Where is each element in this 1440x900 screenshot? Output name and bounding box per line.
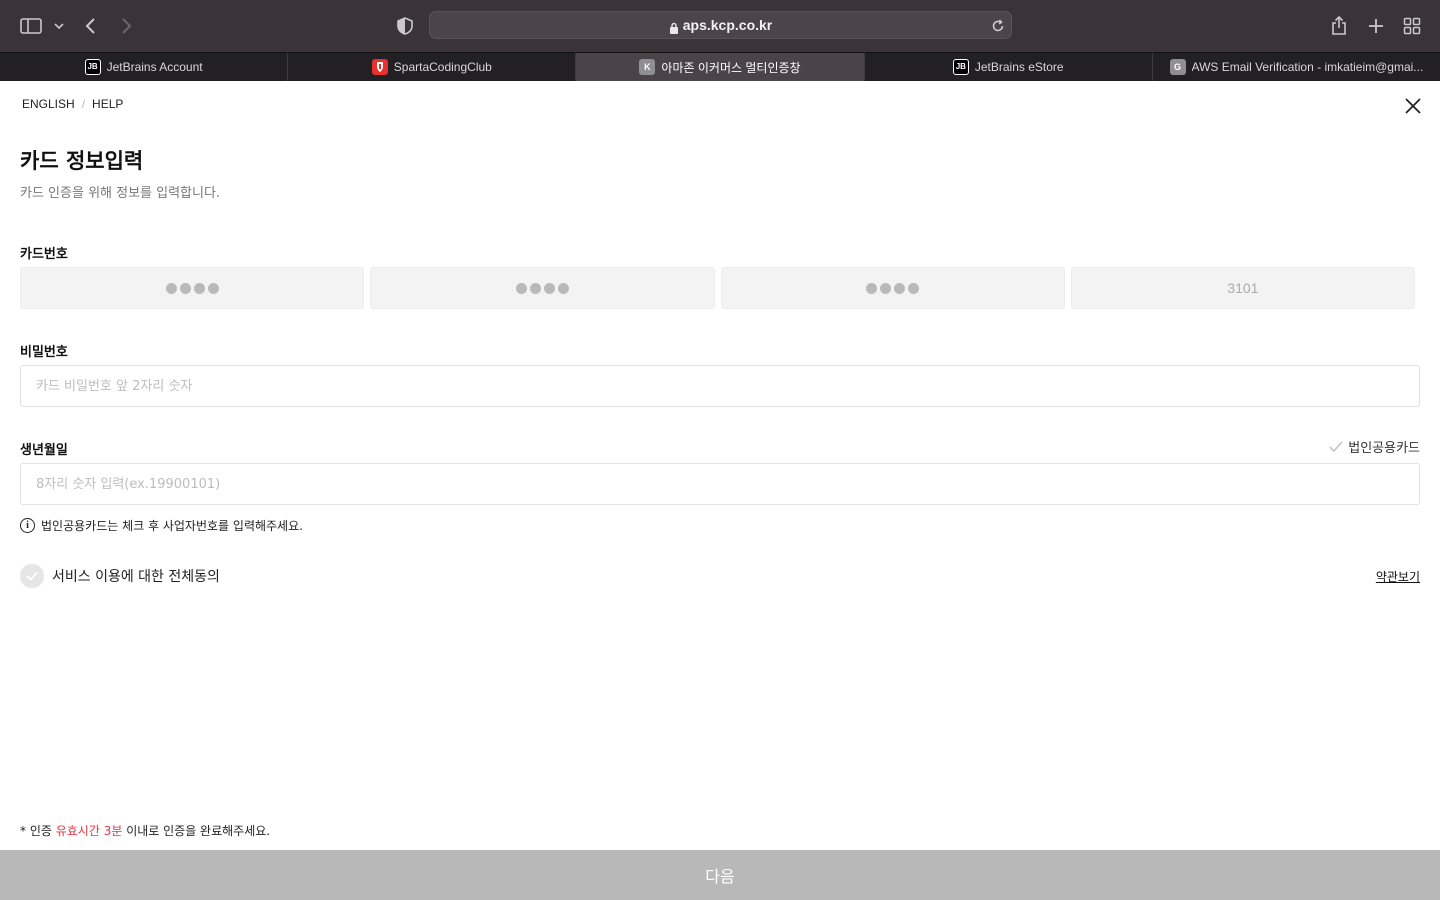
page-title: 카드 정보입력 <box>20 149 144 173</box>
browser-toolbar: aps.kcp.co.kr <box>0 0 1440 52</box>
agree-all-checkbox[interactable]: 서비스 이용에 대한 전체동의 <box>20 564 220 588</box>
page-subtitle: 카드 인증을 위해 정보를 입력합니다. <box>20 186 221 201</box>
tab-label: SpartaCodingClub <box>393 60 492 74</box>
back-icon[interactable] <box>79 14 103 38</box>
card-last-digits: 3101 <box>1227 280 1259 296</box>
tab-jetbrains-account[interactable]: JB JetBrains Account <box>0 53 289 81</box>
tab-label: AWS Email Verification - imkatieim@gmai.… <box>1191 60 1424 74</box>
view-terms-link[interactable]: 약관보기 <box>1376 568 1420 585</box>
check-icon <box>1329 440 1343 452</box>
card-auth-page: ENGLISH / HELP 카드 정보입력 카드 인증을 위해 정보를 입력합… <box>0 81 1440 900</box>
nav-separator: / <box>81 97 86 111</box>
card-number-label: 카드번호 <box>20 247 68 262</box>
address-bar[interactable]: aps.kcp.co.kr <box>429 11 1012 39</box>
card-number-segment-4[interactable]: 3101 <box>1070 267 1415 309</box>
tab-bar: JB JetBrains Account SpartaCodingClub K … <box>0 52 1440 81</box>
card-number-segment-3[interactable] <box>720 267 1065 309</box>
birthdate-input[interactable] <box>20 463 1420 505</box>
card-number-fields: 3101 <box>20 267 1415 309</box>
tab-amazon-ecommerce-auth[interactable]: K 아마존 이커머스 멀티인증창 <box>576 53 865 81</box>
new-tab-icon[interactable] <box>1364 14 1388 38</box>
notice-highlight: 유효시간 3분 <box>55 824 123 838</box>
jetbrains-favicon-icon: JB <box>952 59 969 75</box>
tab-label: 아마존 이커머스 멀티인증창 <box>661 60 801 75</box>
password-label: 비밀번호 <box>20 345 68 360</box>
k-favicon-icon: K <box>639 59 656 75</box>
masked-digits <box>866 282 920 294</box>
next-button[interactable]: 다음 <box>0 850 1440 900</box>
help-link[interactable]: HELP <box>92 97 123 111</box>
corporate-card-label: 법인공용카드 <box>1348 441 1420 456</box>
password-input[interactable] <box>20 365 1420 407</box>
check-circle-icon <box>20 564 44 588</box>
lock-icon <box>669 19 679 34</box>
info-text: 법인공용카드는 체크 후 사업자번호를 입력해주세요. <box>41 519 303 533</box>
time-limit-notice: * 인증 유효시간 3분 이내로 인증을 완료해주세요. <box>20 822 270 839</box>
sparta-favicon-icon <box>371 59 388 75</box>
close-button[interactable] <box>1402 95 1424 117</box>
card-number-segment-1[interactable] <box>20 267 365 309</box>
notice-suffix: 이내로 인증을 완료해주세요. <box>122 824 271 838</box>
jetbrains-favicon-icon: JB <box>84 59 101 75</box>
english-link[interactable]: ENGLISH <box>22 97 75 111</box>
corporate-card-info: i 법인공용카드는 체크 후 사업자번호를 입력해주세요. <box>20 517 303 534</box>
tab-label: JetBrains eStore <box>974 60 1064 74</box>
tab-aws-email-verification[interactable]: G AWS Email Verification - imkatieim@gma… <box>1153 53 1440 81</box>
chevron-down-icon[interactable] <box>47 14 71 38</box>
info-icon: i <box>20 518 35 533</box>
reload-icon[interactable] <box>991 18 1005 37</box>
corporate-card-checkbox[interactable]: 법인공용카드 <box>1329 437 1420 456</box>
notice-prefix: * 인증 <box>20 824 56 838</box>
share-icon[interactable] <box>1327 14 1351 38</box>
forward-icon[interactable] <box>114 14 138 38</box>
masked-digits <box>165 282 219 294</box>
tab-overview-icon[interactable] <box>1400 14 1424 38</box>
close-icon <box>1405 98 1421 114</box>
agree-all-label: 서비스 이용에 대한 전체동의 <box>52 569 220 585</box>
g-favicon-icon: G <box>1169 59 1186 75</box>
tab-sparta-coding-club[interactable]: SpartaCodingClub <box>288 53 577 81</box>
url-text: aps.kcp.co.kr <box>682 17 773 33</box>
card-number-segment-2[interactable] <box>370 267 715 309</box>
masked-digits <box>515 282 569 294</box>
tab-jetbrains-estore[interactable]: JB JetBrains eStore <box>865 53 1153 81</box>
tab-label: JetBrains Account <box>106 60 203 74</box>
top-nav: ENGLISH / HELP <box>22 97 123 111</box>
privacy-shield-icon[interactable] <box>393 14 417 38</box>
sidebar-toggle-icon[interactable] <box>19 14 43 38</box>
birthdate-label: 생년월일 <box>20 443 68 458</box>
